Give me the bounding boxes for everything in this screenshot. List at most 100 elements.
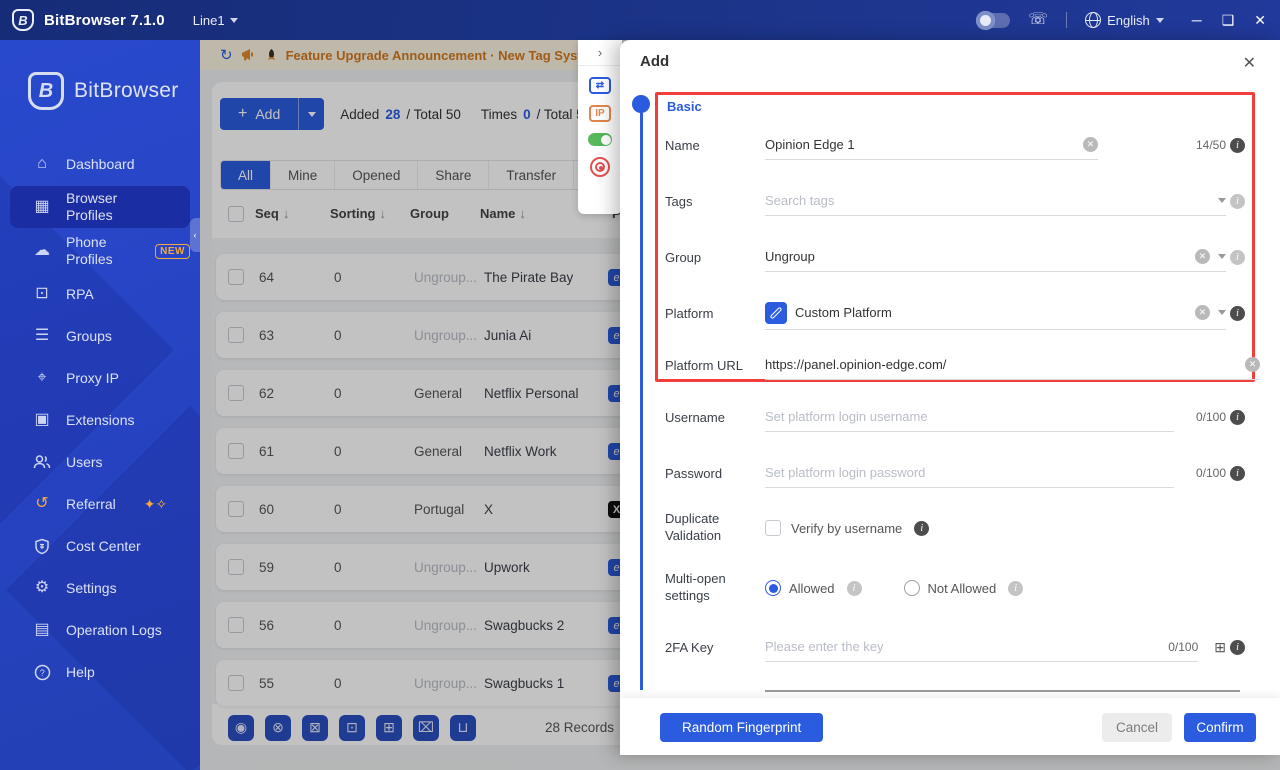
info-icon[interactable]: i [1230, 465, 1245, 481]
sidebar-item-phone-profiles[interactable]: ☁ Phone Profiles NEW [10, 230, 190, 272]
sidebar-item-dashboard[interactable]: ⌂ Dashboard [10, 144, 190, 184]
info-icon[interactable]: i [1230, 639, 1245, 655]
announcement-text: Feature Upgrade Announcement · New Tag S… [285, 47, 601, 63]
close-window-button[interactable]: ✕ [1254, 12, 1266, 29]
tab-all[interactable]: All [221, 161, 272, 189]
row-checkbox[interactable] [228, 327, 244, 343]
group-select[interactable] [765, 249, 1187, 264]
sidebar: B BitBrowser ‹ ⌂ Dashboard ▦ Browser Pro… [0, 40, 200, 770]
svg-text:?: ? [39, 668, 44, 678]
clear-icon[interactable]: ✕ [1195, 305, 1210, 320]
row-checkbox[interactable] [228, 385, 244, 401]
theme-toggle[interactable] [976, 10, 1011, 30]
chevron-down-icon[interactable] [1218, 198, 1226, 203]
add-profile-button[interactable]: + Add [220, 98, 325, 130]
tags-label: Tags [665, 193, 693, 209]
divider [1066, 12, 1068, 28]
transfer-monitor-icon[interactable]: ⇄ [589, 77, 611, 94]
info-icon[interactable]: i [914, 520, 930, 536]
clear-icon[interactable]: ✕ [1245, 357, 1260, 372]
sidebar-item-groups[interactable]: ☰ Groups [10, 316, 190, 356]
chevron-down-icon [229, 17, 238, 23]
sidebar-item-rpa[interactable]: ⊡ RPA [10, 274, 190, 314]
row-checkbox[interactable] [228, 501, 244, 517]
tags-input[interactable] [765, 193, 1210, 208]
not-allowed-radio[interactable] [903, 580, 920, 596]
collapse-chevron-icon[interactable]: › [578, 40, 622, 66]
line-selector[interactable]: Line1 [193, 13, 238, 28]
sidebar-item-cost-center[interactable]: Cost Center [10, 526, 190, 566]
close-square-icon[interactable]: ⊠ [302, 714, 328, 741]
robot-action-icon[interactable]: ⊡ [339, 714, 365, 741]
qr-image-icon[interactable]: ⊞ [1214, 639, 1226, 656]
document-log-icon: ▤ [34, 621, 50, 638]
name-input[interactable] [765, 137, 1075, 152]
password-input[interactable] [765, 465, 1174, 480]
close-circle-icon[interactable]: ⊗ [265, 714, 291, 741]
sidebar-item-users[interactable]: Users [10, 442, 190, 482]
allowed-radio[interactable] [765, 580, 781, 596]
megaphone-icon [241, 49, 253, 61]
minimize-button[interactable]: ─ [1192, 12, 1202, 28]
maximize-button[interactable]: ❑ [1222, 12, 1235, 29]
twofa-label: 2FA Key [665, 639, 714, 655]
sidebar-item-help[interactable]: ? Help [10, 652, 190, 692]
sort-desc-icon[interactable]: ↓ [380, 206, 387, 221]
sidebar-item-extensions[interactable]: ▣ Extensions [10, 400, 190, 440]
sort-desc-icon[interactable]: ↓ [283, 206, 290, 221]
ip-monitor-icon[interactable]: IP [589, 105, 611, 122]
info-icon[interactable]: i [1230, 409, 1245, 425]
platform-value[interactable]: Custom Platform [795, 305, 1187, 320]
close-icon[interactable]: ✕ [1243, 53, 1256, 73]
twofa-input[interactable] [765, 639, 1161, 654]
sidebar-item-operation-logs[interactable]: ▤ Operation Logs [10, 610, 190, 650]
sidebar-item-proxy-ip[interactable]: ⌖ Proxy IP [10, 358, 190, 398]
tab-transfer[interactable]: Transfer [489, 161, 575, 189]
window-icon[interactable]: ⊞ [376, 714, 402, 741]
row-checkbox[interactable] [228, 269, 244, 285]
info-icon[interactable]: i [1230, 137, 1245, 153]
sidebar-item-referral[interactable]: ↺ Referral ✦✧ [10, 484, 190, 524]
select-all-checkbox[interactable] [228, 206, 244, 222]
gear-icon: ⚙ [34, 579, 50, 596]
shutter-icon[interactable]: ◉ [228, 714, 254, 741]
info-icon[interactable]: i [846, 580, 862, 596]
random-fingerprint-button[interactable]: Random Fingerprint [660, 713, 824, 742]
info-icon[interactable]: i [1230, 305, 1245, 321]
platform-url-input[interactable] [765, 357, 1237, 372]
fingerprint-icon[interactable] [590, 157, 610, 177]
rocket-icon [267, 49, 275, 60]
tab-opened[interactable]: Opened [335, 161, 419, 189]
sidebar-item-browser-profiles[interactable]: ▦ Browser Profiles [10, 186, 190, 228]
info-icon[interactable]: i [1008, 580, 1024, 596]
row-checkbox[interactable] [228, 559, 244, 575]
cube-icon: ▣ [34, 411, 50, 428]
chevron-down-icon[interactable] [1218, 254, 1226, 259]
confirm-button[interactable]: Confirm [1184, 713, 1256, 742]
chevron-down-icon[interactable] [1218, 310, 1226, 315]
trash-icon[interactable]: ⊔ [450, 714, 476, 741]
toggle-on-icon[interactable] [588, 133, 612, 146]
cancel-button[interactable]: Cancel [1102, 713, 1172, 742]
username-input[interactable] [765, 409, 1174, 424]
twofa-counter: 0/100 [1168, 639, 1199, 654]
verify-username-checkbox[interactable] [765, 520, 781, 536]
row-checkbox[interactable] [228, 443, 244, 459]
sort-desc-icon[interactable]: ↓ [519, 206, 526, 221]
row-checkbox[interactable] [228, 675, 244, 691]
support-headset-icon[interactable]: ☏ [1028, 12, 1048, 28]
delete-box-icon[interactable]: ⌧ [413, 714, 439, 741]
info-icon[interactable]: i [1230, 193, 1245, 209]
refresh-icon[interactable]: ↻ [220, 46, 233, 64]
not-allowed-label: Not Allowed [927, 580, 997, 596]
sidebar-item-settings[interactable]: ⚙ Settings [10, 568, 190, 608]
map-pin-icon: ⌖ [37, 369, 47, 386]
language-selector[interactable]: English [1085, 12, 1164, 28]
add-dropdown-arrow[interactable] [298, 98, 325, 130]
tab-mine[interactable]: Mine [271, 161, 336, 189]
tab-share[interactable]: Share [418, 161, 490, 189]
clear-icon[interactable]: ✕ [1082, 137, 1098, 152]
info-icon[interactable]: i [1230, 249, 1245, 265]
clear-icon[interactable]: ✕ [1195, 249, 1210, 264]
row-checkbox[interactable] [228, 617, 244, 633]
